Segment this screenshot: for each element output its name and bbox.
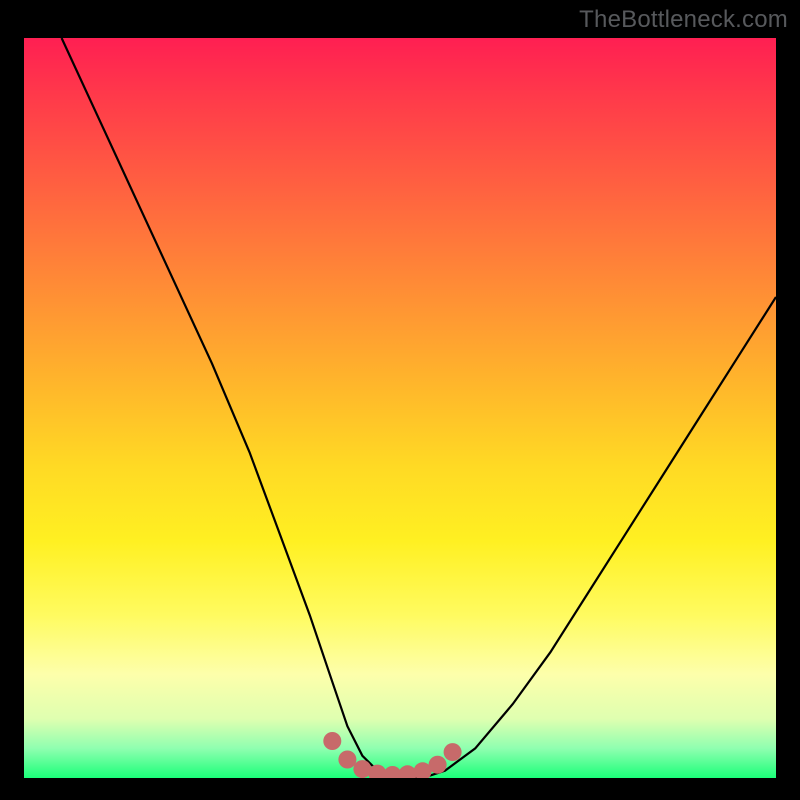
chart-svg xyxy=(24,38,776,778)
watermark-text: TheBottleneck.com xyxy=(579,6,788,34)
dip-dot xyxy=(429,756,447,774)
plot-area xyxy=(24,38,776,778)
chart-frame: TheBottleneck.com xyxy=(0,0,800,800)
dip-dot xyxy=(323,732,341,750)
curve-line xyxy=(62,38,776,778)
dip-dot xyxy=(444,743,462,761)
bottleneck-curve-path xyxy=(62,38,776,778)
dip-dot xyxy=(338,751,356,769)
dip-dots-group xyxy=(323,732,461,778)
